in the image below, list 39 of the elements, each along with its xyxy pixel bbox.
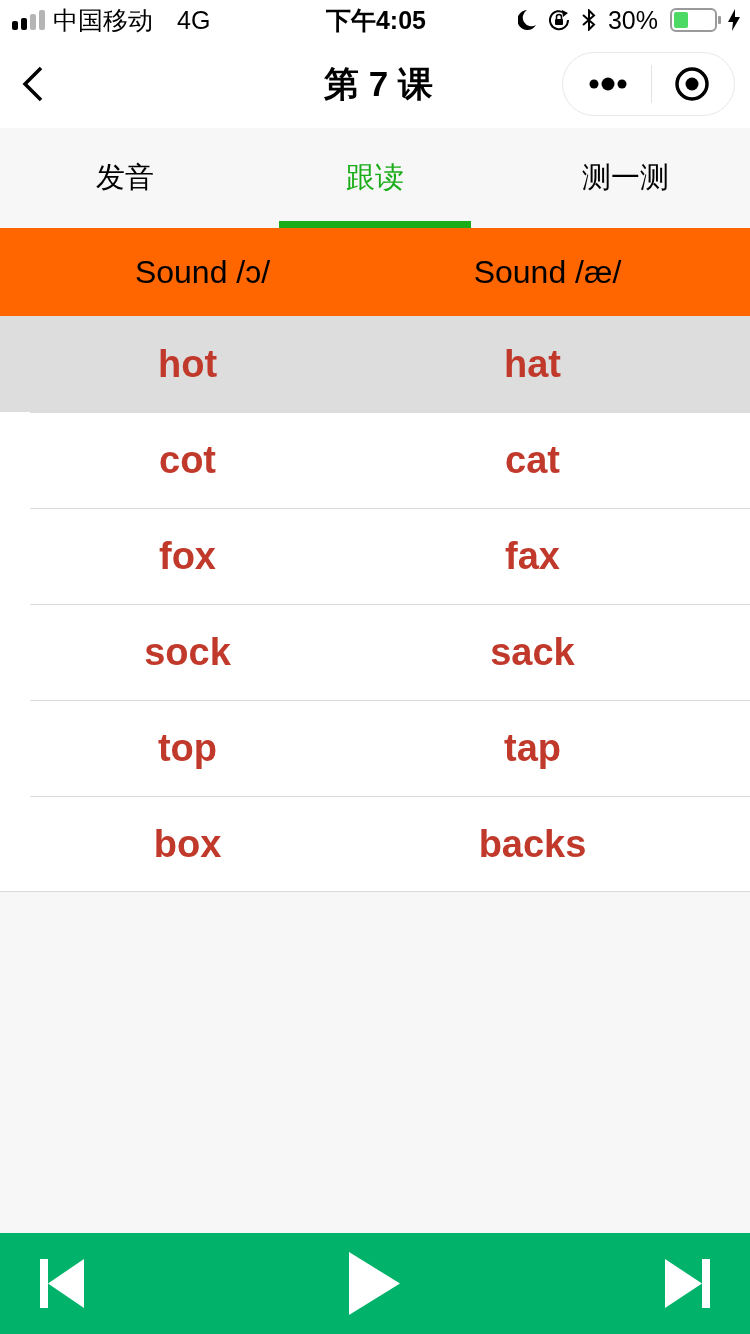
- bolt-icon: [728, 9, 740, 31]
- signal-icon: [12, 10, 45, 30]
- carrier-name: 中国移动: [53, 7, 153, 33]
- word-row[interactable]: sock sack: [0, 604, 750, 700]
- status-time: 下午4:05: [325, 7, 426, 33]
- word-text: fox: [159, 535, 216, 578]
- network-type: 4G: [177, 7, 211, 33]
- word-text: sock: [144, 631, 231, 674]
- page-title: 第 7 课: [324, 62, 433, 105]
- word-row[interactable]: top tap: [0, 700, 750, 796]
- column-header: Sound /æ/: [473, 253, 622, 291]
- skip-back-icon[interactable]: [40, 1259, 84, 1308]
- back-icon[interactable]: [22, 66, 44, 102]
- word-row[interactable]: hot hat: [0, 316, 750, 412]
- more-icon[interactable]: [589, 77, 627, 91]
- play-icon[interactable]: [349, 1252, 400, 1315]
- battery-percent: 30%: [607, 7, 658, 33]
- column-header: Sound /ɔ/: [134, 253, 271, 291]
- word-row[interactable]: cot cat: [0, 412, 750, 508]
- skip-forward-icon[interactable]: [665, 1259, 710, 1308]
- word-text: hat: [504, 342, 561, 386]
- rotation-lock-icon: [547, 9, 570, 31]
- word-text: backs: [478, 822, 587, 866]
- target-icon[interactable]: [675, 67, 709, 101]
- word-text: hot: [157, 342, 218, 386]
- moon-icon: [517, 10, 536, 30]
- tab[interactable]: 测一测: [529, 128, 721, 228]
- tab[interactable]: 发音: [29, 128, 221, 228]
- battery-icon: [670, 8, 722, 32]
- word-row[interactable]: box backs: [0, 796, 750, 892]
- word-row[interactable]: fox fax: [0, 508, 750, 604]
- word-text: tap: [504, 727, 561, 770]
- word-text: cat: [505, 439, 560, 482]
- word-text: fax: [505, 535, 560, 578]
- word-text: cot: [159, 439, 216, 482]
- word-text: top: [157, 727, 218, 770]
- word-text: box: [153, 822, 222, 866]
- word-text: sack: [490, 631, 575, 674]
- bluetooth-icon: [581, 9, 596, 31]
